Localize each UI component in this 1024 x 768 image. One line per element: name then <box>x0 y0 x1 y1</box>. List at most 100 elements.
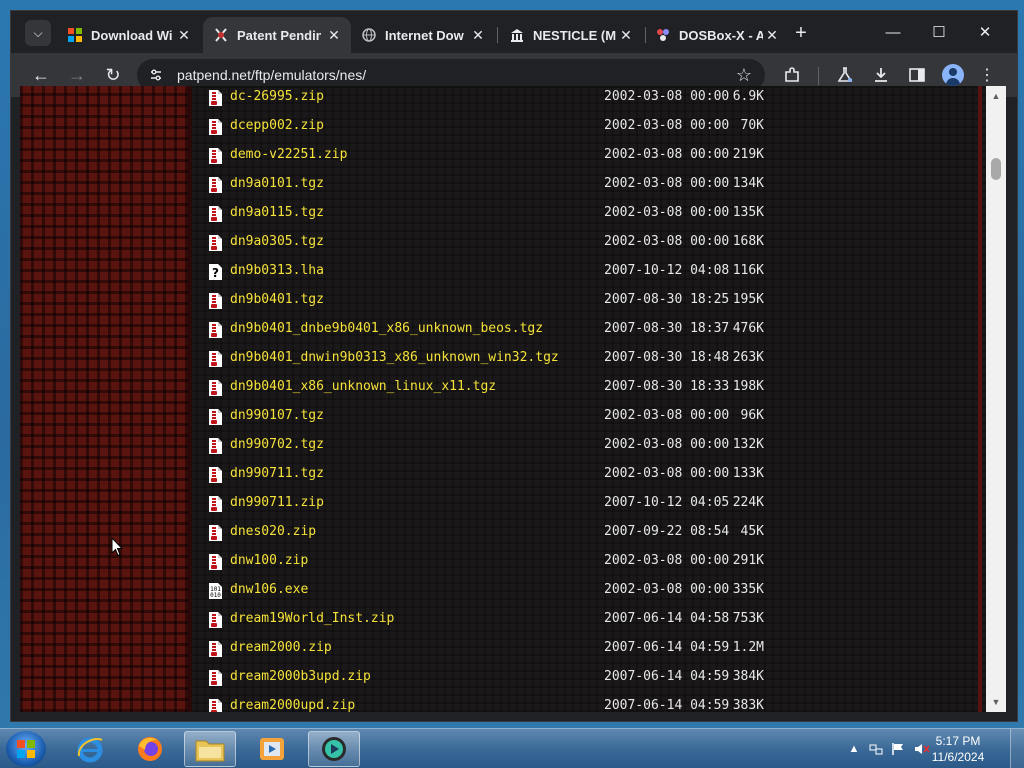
file-size: 224K <box>732 495 764 510</box>
close-icon[interactable]: ✕ <box>763 26 781 44</box>
file-link[interactable]: dn990702.tgz <box>230 437 324 452</box>
scroll-down-arrow-icon[interactable]: ▼ <box>990 696 1002 708</box>
compressed-file-icon[interactable] <box>206 640 224 658</box>
file-link[interactable]: dream2000upd.zip <box>230 698 355 712</box>
file-row: dn990711.tgz 2002-03-08 00:00 133K <box>206 460 966 489</box>
vertical-scrollbar[interactable]: ▲ ▼ <box>986 86 1006 712</box>
file-link[interactable]: dn990711.tgz <box>230 466 324 481</box>
file-link[interactable]: dc-26995.zip <box>230 89 324 104</box>
taskbar-internet-explorer[interactable] <box>64 731 116 767</box>
file-date: 2007-08-30 18:48 <box>604 350 730 365</box>
reload-button[interactable]: ↻ <box>100 62 126 88</box>
file-link[interactable]: dn990107.tgz <box>230 408 324 423</box>
file-link[interactable]: dn9b0313.lha <box>230 263 324 278</box>
tab-download-windows[interactable]: Download Wi ✕ <box>57 17 201 53</box>
minimize-button[interactable]: — <box>873 19 913 45</box>
file-link[interactable]: dream2000.zip <box>230 640 332 655</box>
file-link[interactable]: dnes020.zip <box>230 524 316 539</box>
file-link[interactable]: dream19World_Inst.zip <box>230 611 394 626</box>
file-row: 101 010 dnw106.exe 2002-03-08 00:00 335K <box>206 576 966 605</box>
file-link[interactable]: dn990711.zip <box>230 495 324 510</box>
compressed-file-icon[interactable] <box>206 118 224 136</box>
file-link[interactable]: dn9b0401_dnwin9b0313_x86_unknown_win32.t… <box>230 350 559 365</box>
show-hidden-icons-icon[interactable]: ▲ <box>846 741 862 757</box>
close-icon[interactable]: ✕ <box>617 26 635 44</box>
action-center-flag-icon[interactable] <box>890 741 906 757</box>
file-date: 2007-06-14 04:59 <box>604 698 730 712</box>
compressed-file-icon[interactable] <box>206 89 224 107</box>
scroll-up-arrow-icon[interactable]: ▲ <box>990 90 1002 102</box>
compressed-file-icon[interactable] <box>206 553 224 571</box>
file-link[interactable]: dn9a0305.tgz <box>230 234 324 249</box>
scrollbar-thumb[interactable] <box>991 158 1001 180</box>
file-link[interactable]: dn9b0401_x86_unknown_linux_x11.tgz <box>230 379 496 394</box>
new-tab-button[interactable]: + <box>790 22 812 44</box>
compressed-file-icon[interactable] <box>206 147 224 165</box>
compressed-file-icon[interactable] <box>206 669 224 687</box>
back-button[interactable]: ← <box>28 62 54 88</box>
compressed-file-icon[interactable] <box>206 176 224 194</box>
close-icon[interactable]: ✕ <box>325 26 343 44</box>
compressed-file-icon[interactable] <box>206 408 224 426</box>
bookmark-star-icon[interactable]: ☆ <box>733 64 755 86</box>
file-listing: dc-26995.zip 2002-03-08 00:00 6.9K dcepp002… <box>206 86 966 712</box>
network-icon[interactable] <box>868 741 884 757</box>
tab-nesticle[interactable]: NESTICLE (M ✕ <box>499 17 643 53</box>
compressed-file-icon[interactable] <box>206 437 224 455</box>
tab-internet-download[interactable]: Internet Dow ✕ <box>351 17 495 53</box>
file-size: 6.9K <box>732 89 764 104</box>
site-info-icon[interactable] <box>147 66 165 84</box>
file-link[interactable]: dn9a0101.tgz <box>230 176 324 191</box>
file-size: 1.2M <box>732 640 764 655</box>
start-button[interactable] <box>6 731 46 767</box>
compressed-file-icon[interactable] <box>206 292 224 310</box>
tab-dosbox-x[interactable]: DOSBox-X - A ✕ <box>645 17 789 53</box>
profile-avatar-icon[interactable] <box>942 64 964 86</box>
unknown-file-icon[interactable]: ? <box>206 263 224 281</box>
compressed-file-icon[interactable] <box>206 321 224 339</box>
menu-kebab-icon[interactable]: ⋮ <box>975 63 999 87</box>
file-size: 476K <box>732 321 764 336</box>
extensions-puzzle-icon[interactable] <box>780 63 804 87</box>
compressed-file-icon[interactable] <box>206 379 224 397</box>
compressed-file-icon[interactable] <box>206 524 224 542</box>
taskbar-firefox[interactable] <box>124 731 176 767</box>
compressed-file-icon[interactable] <box>206 350 224 368</box>
file-link[interactable]: dn9b0401.tgz <box>230 292 324 307</box>
file-row: dn990107.tgz 2002-03-08 00:00 96K <box>206 402 966 431</box>
tab-search-button[interactable]: ⌵ <box>25 20 51 46</box>
labs-flask-icon[interactable] <box>833 63 857 87</box>
compressed-file-icon[interactable] <box>206 611 224 629</box>
show-desktop-button[interactable] <box>1010 729 1024 768</box>
downloads-icon[interactable] <box>869 63 893 87</box>
file-row: dn9a0101.tgz 2002-03-08 00:00 134K <box>206 170 966 199</box>
maximize-button[interactable]: ☐ <box>919 19 959 45</box>
file-link[interactable]: dnw100.zip <box>230 553 308 568</box>
file-date: 2007-09-22 08:54 <box>604 524 730 539</box>
file-link[interactable]: dnw106.exe <box>230 582 308 597</box>
taskbar-chrome-app[interactable] <box>308 731 360 767</box>
side-panel-icon[interactable] <box>905 63 929 87</box>
tab-patent-pending[interactable]: Patent Pendin ✕ <box>203 17 351 53</box>
compressed-file-icon[interactable] <box>206 698 224 712</box>
binary-file-icon[interactable]: 101 010 <box>206 582 224 600</box>
file-row: dream2000b3upd.zip 2007-06-14 04:59 384K <box>206 663 966 692</box>
compressed-file-icon[interactable] <box>206 466 224 484</box>
compressed-file-icon[interactable] <box>206 234 224 252</box>
file-link[interactable]: dn9b0401_dnbe9b0401_x86_unknown_beos.tgz <box>230 321 543 336</box>
file-link[interactable]: dn9a0115.tgz <box>230 205 324 220</box>
file-link[interactable]: dream2000b3upd.zip <box>230 669 371 684</box>
file-size: 45K <box>732 524 765 539</box>
taskbar-file-explorer[interactable] <box>184 731 236 767</box>
compressed-file-icon[interactable] <box>206 495 224 513</box>
close-icon[interactable]: ✕ <box>175 26 193 44</box>
file-link[interactable]: demo-v22251.zip <box>230 147 347 162</box>
taskbar-media-player[interactable] <box>246 731 298 767</box>
file-link[interactable]: dcepp002.zip <box>230 118 324 133</box>
system-clock[interactable]: 5:17 PM 11/6/2024 <box>928 733 988 765</box>
forward-button[interactable]: → <box>64 62 90 88</box>
file-row: dn9b0401_dnwin9b0313_x86_unknown_win32.t… <box>206 344 966 373</box>
close-window-button[interactable]: ✕ <box>965 19 1005 45</box>
close-icon[interactable]: ✕ <box>469 26 487 44</box>
compressed-file-icon[interactable] <box>206 205 224 223</box>
